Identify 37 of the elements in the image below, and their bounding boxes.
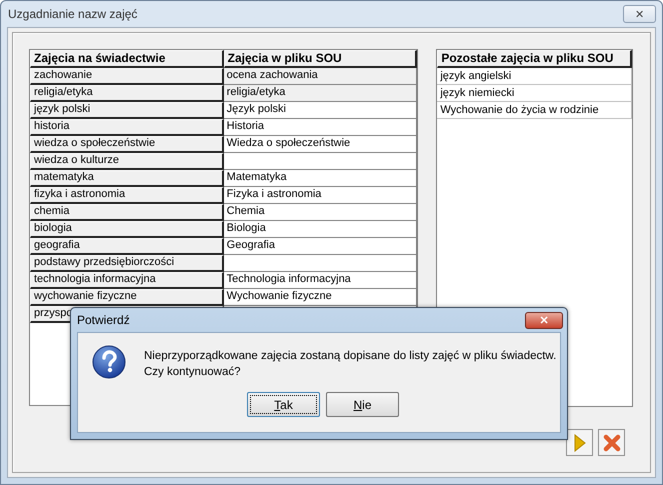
table-cell: Wiedza o społeczeństwie: [224, 136, 418, 153]
table-cell: podstawy przedsiębiorczości: [30, 255, 224, 272]
table-cell: matematyka: [30, 170, 224, 187]
table-cell: technologia informacyjna: [30, 272, 224, 289]
table-cell: Język polski: [224, 102, 418, 119]
table-cell: Historia: [224, 119, 418, 136]
table-cell: Chemia: [224, 204, 418, 221]
dialog-message: Nieprzyporządkowane zajęcia zostaną dopisane do listy zajęć w pliku świadectw. Czy kontynuować?: [144, 349, 556, 380]
table-cell: religia/etyka: [224, 85, 418, 102]
table-cell: wiedza o społeczeństwie: [30, 136, 224, 153]
no-button[interactable]: Nie: [326, 392, 399, 417]
table-cell: zachowanie: [30, 68, 224, 85]
table-cell: chemia: [30, 204, 224, 221]
list-item[interactable]: język niemiecki: [437, 85, 632, 102]
table-cell: Technologia informacyjna: [224, 272, 418, 289]
table-cell: Fizyka i astronomia: [224, 187, 418, 204]
close-button[interactable]: ✕: [623, 5, 656, 23]
table-cell: fizyka i astronomia: [30, 187, 224, 204]
table-cell: historia: [30, 119, 224, 136]
table-cell: Biologia: [224, 221, 418, 238]
list-item[interactable]: język angielski: [437, 68, 632, 85]
table-cell: wiedza o kulturze: [30, 153, 224, 170]
table-cell: Wychowanie fizyczne: [224, 289, 418, 306]
table-cell: religia/etyka: [30, 85, 224, 102]
list-item[interactable]: Wychowanie do życia w rodzinie: [437, 102, 632, 119]
table-cell: geografia: [30, 238, 224, 255]
window-title: Uzgadnianie nazw zajęć: [7, 7, 138, 21]
table-cell: biologia: [30, 221, 224, 238]
table-cell: Matematyka: [224, 170, 418, 187]
column-header: Zajęcia na świadectwie: [30, 50, 224, 68]
table-cell: język polski: [30, 102, 224, 119]
table-cell: Geografia: [224, 238, 418, 255]
column-header: Pozostałe zajęcia w pliku SOU: [437, 50, 632, 68]
table-cell: ocena zachowania: [224, 68, 418, 85]
column-header: Zajęcia w pliku SOU: [224, 50, 418, 68]
yes-button[interactable]: Tak: [247, 392, 320, 417]
table-cell: wychowanie fizyczne: [30, 289, 224, 306]
